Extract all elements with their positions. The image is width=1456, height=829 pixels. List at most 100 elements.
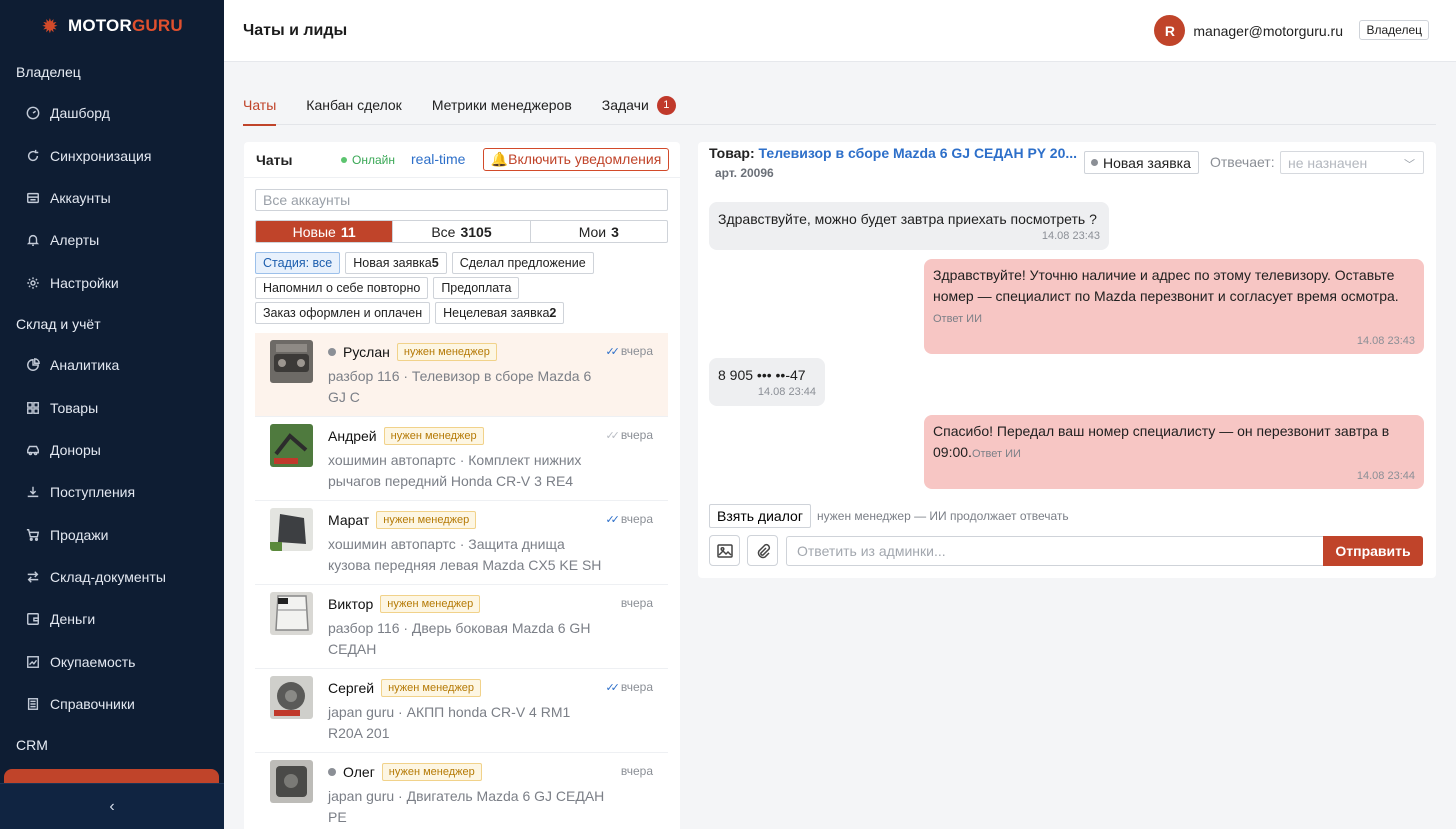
need-manager-badge: нужен менеджер [376,511,477,529]
product-thumbnail [270,340,313,383]
tab-tasks[interactable]: Задачи 1 [602,85,676,125]
product-thumbnail [270,676,313,719]
product-thumbnail [270,508,313,551]
chip-made-offer[interactable]: Сделал предложение [451,252,594,274]
chip-non-target[interactable]: Нецелевая заявка 2 [435,302,565,324]
chat-preview: разбор 116 · Телевизор в сборе Mazda 6 G… [328,368,592,405]
chat-list-item[interactable]: Руслан нужен менеджер ✓✓ вчера разбор 116 … [255,333,668,417]
attach-file-button[interactable] [747,535,778,566]
take-dialog-button[interactable]: Взять диалог [709,504,811,528]
chat-time: ✓✓ вчера [605,344,653,358]
responder-select[interactable]: не назначен ﹀ [1280,151,1424,174]
message-outgoing: Спасибо! Передал ваш номер специалисту —… [924,415,1424,489]
paperclip-icon [757,543,770,558]
chip-order-paid[interactable]: Заказ оформлен и оплачен [255,302,431,324]
chip-label: Нецелевая заявка [443,306,550,320]
tab-kanban[interactable]: Канбан сделок [306,85,402,125]
chat-list-item[interactable]: Марат нужен менеджер ✓✓ вчера хошимин авто… [255,501,668,585]
product-label: Товар: [709,145,755,161]
enable-notifications-button[interactable]: 🔔Включить уведомления [483,148,669,171]
time-label: вчера [620,596,653,610]
sidebar-item-donors[interactable]: Доноры [0,429,224,471]
chat-list-item[interactable]: Олег нужен менеджер вчера japan guru · Дв… [255,753,668,829]
status-dot [328,768,336,776]
chat-list-title: Чаты [256,151,293,168]
send-button[interactable]: Отправить [1323,536,1423,566]
sidebar-item-receipts[interactable]: Поступления [0,471,224,513]
chip-stage-all[interactable]: Стадия: все [255,252,341,274]
sidebar-item-sync[interactable]: Синхронизация [0,134,224,176]
user-menu[interactable]: R manager@motorguru.ru [1154,15,1343,46]
contact-name: Виктор [328,596,374,612]
sidebar-collapse-button[interactable]: ‹ [0,783,224,829]
accounts-filter-input[interactable] [255,189,668,211]
time-label: вчера [620,764,653,778]
sidebar-item-accounts[interactable]: Аккаунты [0,177,224,219]
sidebar-item-label: Настройки [50,274,119,291]
car-icon [26,443,40,457]
sidebar-item-analytics[interactable]: Аналитика [0,344,224,386]
sidebar-item-alerts[interactable]: Алерты [0,219,224,261]
product-thumbnail [270,424,313,467]
tasks-count-badge: 1 [656,95,676,115]
need-manager-badge: нужен менеджер [380,595,481,613]
chip-reminded-again[interactable]: Напомнил о себе повторно [255,277,429,299]
status-label: Новая заявка [1103,154,1191,171]
chip-label: Заказ оформлен и оплачен [263,306,423,320]
chat-list-item[interactable]: Виктор нужен менеджер вчера разбор 116 · … [255,585,668,669]
sidebar-item-label: Склад-документы [50,569,166,586]
bell-icon [26,233,40,247]
need-manager-badge: нужен менеджер [383,427,484,445]
deal-status-select[interactable]: Новая заявка [1084,151,1199,174]
sidebar-item-label: Окупаемость [50,653,136,670]
brand-name-part1: MOTOR [68,16,132,35]
segment-all[interactable]: Все 3105 [393,221,531,242]
sidebar-item-settings[interactable]: Настройки [0,262,224,304]
sidebar-item-references[interactable]: Справочники [0,683,224,725]
message-time: 14.08 23:44 [1356,470,1415,482]
message-time: 14.08 23:43 [1041,230,1100,242]
chip-prepayment[interactable]: Предоплата [433,277,520,299]
tab-manager-metrics[interactable]: Метрики менеджеров [432,85,572,125]
chat-list-item[interactable]: Андрей нужен менеджер ✓✓ вчера хошимин авт… [255,417,668,501]
brand-name-part2: GURU [131,16,183,35]
accounts-icon [26,191,40,205]
time-label: вчера [620,680,653,694]
sidebar-item-products[interactable]: Товары [0,386,224,428]
message-text: Здравствуйте, можно будет завтра приехат… [718,211,1097,227]
message-outgoing: Здравствуйте! Уточню наличие и адрес по … [924,259,1424,354]
status-dot [328,348,336,356]
chat-list-item[interactable]: Сергей нужен менеджер ✓✓ вчера japan guru … [255,669,668,753]
sync-icon [26,149,40,163]
segment-new[interactable]: Новые 11 [256,221,394,242]
chat-preview: хошимин автопартс · Защита днища кузова … [328,536,602,573]
pie-chart-icon [26,358,40,372]
segment-count: 3105 [460,223,492,240]
dashboard-icon [26,106,40,120]
segment-mine[interactable]: Мои 3 [531,221,667,242]
brand-logo[interactable]: ✹ MOTORGURU [0,0,224,52]
sidebar-item-label: Товары [50,399,99,416]
sidebar-item-sales[interactable]: Продажи [0,514,224,556]
sidebar-item-payback[interactable]: Окупаемость [0,641,224,683]
segment-label: Мои [578,223,607,240]
responder-value: не назначен [1288,154,1368,171]
product-link[interactable]: Телевизор в сборе Mazda 6 GJ СЕДАН PY 20… [759,145,1077,161]
reply-input[interactable] [786,536,1324,566]
tab-label: Метрики менеджеров [431,97,572,113]
tab-label: Задачи [601,97,649,113]
segment-label: Все [431,223,456,240]
sidebar-item-warehouse-docs[interactable]: Склад-документы [0,556,224,598]
section-title-crm: CRM [16,737,48,754]
need-manager-badge: нужен менеджер [396,343,497,361]
message-text: Здравствуйте! Уточню наличие и адрес по … [933,267,1399,304]
sidebar-item-dashboard[interactable]: Дашборд [0,92,224,134]
chip-new-request[interactable]: Новая заявка 5 [345,252,447,274]
segment-label: Новые [292,223,336,240]
chevron-down-icon: ﹀ [1404,159,1415,171]
attach-image-button[interactable] [709,535,740,566]
sidebar-item-label: Синхронизация [50,147,152,164]
avatar[interactable]: R [1154,15,1186,46]
tab-chats[interactable]: Чаты [243,85,277,126]
sidebar-item-money[interactable]: Деньги [0,598,224,640]
